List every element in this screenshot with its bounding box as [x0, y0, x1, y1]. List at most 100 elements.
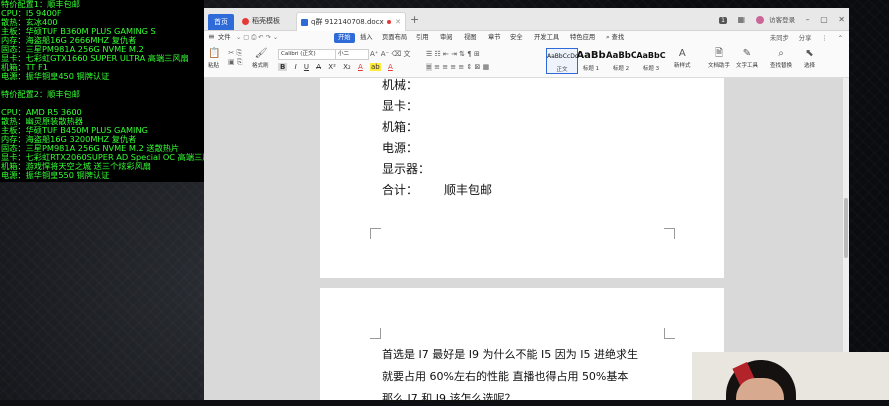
text-tools-icon: ✎	[742, 48, 752, 59]
font-color-icon[interactable]: A	[358, 63, 363, 71]
maximize-icon[interactable]: ▢	[820, 15, 828, 24]
new-style-button[interactable]: A 新样式	[674, 48, 691, 69]
font-size-select[interactable]: 小二	[335, 49, 369, 60]
font-name-select[interactable]: Calibri (正文)	[278, 49, 336, 60]
webcam-overlay	[692, 352, 889, 400]
text-tools-button[interactable]: ✎ 文字工具	[736, 48, 758, 69]
bold-icon[interactable]: B	[278, 63, 288, 71]
document-page-1[interactable]: 机械： 显卡： 机箱： 电源： 显示器： 合计： 顺丰包邮	[320, 78, 724, 278]
doc-helper-button[interactable]: 🗎 文档助手	[708, 48, 730, 69]
select-button[interactable]: ⬉ 选择	[804, 48, 815, 69]
hamburger-icon[interactable]: ≡	[208, 32, 215, 41]
unsaved-dot-icon	[387, 20, 391, 24]
menu-layout[interactable]: 页面布局	[382, 33, 407, 43]
login-link[interactable]: 访客登录	[769, 16, 795, 24]
menu-features[interactable]: 特色应用	[570, 33, 595, 43]
margin-corner-bl	[370, 228, 381, 239]
new-style-label: 新样式	[674, 63, 691, 69]
tab-document-label: q群 912140708.docx	[311, 18, 384, 26]
menu-devtools[interactable]: 开发工具	[534, 33, 559, 43]
close-icon[interactable]: ✕	[838, 15, 845, 24]
wps-writer-window: 首页 稻壳模板 q群 912140708.docx ✕ + 1 ▦ 访客登录 –…	[204, 8, 849, 405]
text-tools-label: 文字工具	[736, 63, 759, 69]
doc-line-gpu: 显卡：	[382, 99, 419, 113]
doc-line-total: 合计： 顺丰包邮	[382, 181, 492, 198]
menu-search[interactable]: ⌕ 查找	[606, 33, 624, 43]
grid-icon[interactable]: ▦	[737, 15, 745, 24]
margin-corner-tr	[664, 328, 675, 339]
notification-badge[interactable]: 1	[719, 17, 727, 24]
menu-file[interactable]: 文件	[218, 33, 231, 43]
more-icon[interactable]: ⋮	[821, 35, 827, 42]
overlay-line: 特价配置2：顺丰包邮	[1, 89, 80, 99]
menu-start[interactable]: 开始	[334, 33, 355, 43]
tab-template[interactable]: 稻壳模板	[238, 12, 298, 30]
style-normal[interactable]: AaBbCcDd 正文	[546, 48, 578, 74]
superscript-icon[interactable]: X²	[328, 63, 336, 71]
overlay-line: 电源：振华铜皇450 铜牌认证	[1, 71, 110, 81]
style-normal-preview: AaBbCcDd	[547, 53, 577, 60]
style-heading-1-preview: AaBb	[576, 50, 606, 61]
ribbon-toolbar: 📋 粘贴 ✂ ⎘ ▣ ⎘ 🖌 格式刷 Calibri (正文) 小二 A⁺ A⁻ ⌫ …	[204, 45, 849, 78]
text-color-icon[interactable]: A	[388, 63, 393, 71]
paste-icon: 📋	[208, 48, 221, 59]
doc-para-line-1: 首选是 I7 最好是 I9 为什么不能 I5 因为 I5 进绝求生	[382, 348, 638, 361]
style-heading-1[interactable]: AaBb 标题 1	[576, 48, 606, 72]
menu-view[interactable]: 视图	[464, 33, 477, 43]
paste-label: 粘贴	[208, 63, 220, 69]
paste-button[interactable]: 📋 粘贴	[208, 48, 221, 69]
underline-icon[interactable]: U	[304, 63, 309, 71]
format-painter-button[interactable]: 🖌 格式刷	[252, 48, 269, 69]
find-replace-label: 查找替换	[770, 63, 793, 69]
menu-review[interactable]: 审阅	[440, 33, 453, 43]
cursor-icon: ⬉	[805, 48, 814, 59]
doc-line-case: 机箱：	[382, 120, 419, 134]
spec-overlay: 特价配置1：顺丰包邮 CPU：I5 9400F 散热：玄冰400 主板：华硕TUF B…	[0, 0, 219, 182]
doc-helper-icon: 🗎	[714, 48, 724, 59]
tab-home[interactable]: 首页	[208, 14, 234, 30]
doc-line-mech: 机械：	[382, 78, 419, 92]
menu-quick-icons[interactable]: ⌄ ▢ ⎙ ↶ ↷ ⌄	[236, 33, 278, 43]
menu-reference[interactable]: 引用	[416, 33, 429, 43]
cut-copy-icons[interactable]: ✂ ⎘ ▣ ⎘	[228, 49, 242, 67]
share-button[interactable]: 分享	[799, 35, 812, 42]
menu-security[interactable]: 安全	[510, 33, 523, 43]
tab-template-label: 稻壳模板	[252, 17, 280, 25]
highlight-icon[interactable]: ab	[370, 63, 381, 71]
find-replace-button[interactable]: ⌕ 查找替换	[770, 48, 792, 69]
tab-document[interactable]: q群 912140708.docx ✕	[296, 12, 406, 31]
new-tab-button[interactable]: +	[410, 13, 419, 27]
document-page-2[interactable]: 首选是 I7 最好是 I9 为什么不能 I5 因为 I5 进绝求生 就要占用 6…	[320, 288, 724, 405]
sync-status[interactable]: 未同步	[770, 35, 789, 42]
minimize-icon[interactable]: –	[806, 15, 810, 24]
collapse-ribbon-icon[interactable]: ⌃	[838, 35, 843, 42]
overlay-line: 电源：振华铜皇550 铜牌认证	[1, 170, 110, 180]
doc-line-psu: 电源：	[382, 141, 419, 155]
style-heading-2[interactable]: AaBbC 标题 2	[606, 48, 636, 72]
paragraph-row-1[interactable]: ☰ ☷ ⇤ ⇥ ⇅ ¶ ⊞	[426, 50, 480, 58]
select-label: 选择	[804, 63, 816, 69]
user-icon[interactable]	[755, 15, 764, 24]
menu-insert[interactable]: 插入	[360, 33, 373, 43]
style-normal-label: 正文	[556, 67, 568, 73]
menu-right: 未同步 分享 ⋮ ⌃	[762, 33, 843, 42]
style-heading-2-label: 标题 2	[612, 66, 630, 72]
menu-chapter[interactable]: 章节	[488, 33, 501, 43]
scroll-thumb[interactable]	[844, 198, 848, 258]
strike-icon[interactable]: A	[316, 63, 321, 71]
style-heading-3[interactable]: AaBbC 标题 3	[636, 48, 666, 72]
close-tab-icon[interactable]: ✕	[395, 13, 401, 31]
doc-para-line-2: 就要占用 60%左右的性能 直播也得占用 50%基本	[382, 370, 629, 383]
margin-corner-tl	[370, 328, 381, 339]
font-grow-shrink-icons[interactable]: A⁺ A⁻ ⌫ 文	[370, 49, 411, 59]
total-label: 合计：	[382, 183, 419, 197]
doc-para-line-3: 那么 I7 和 I9 该怎么选呢？	[382, 392, 516, 405]
paragraph-row-2[interactable]: ≡ ≡ ≡ ≡ ≡ ⇕ ⊠ ▦	[426, 63, 489, 71]
word-doc-icon	[301, 18, 308, 26]
menu-search-label: 查找	[611, 34, 625, 41]
brush-icon: 🖌	[254, 48, 268, 59]
subscript-icon[interactable]: X₂	[343, 63, 351, 71]
format-painter-label: 格式刷	[252, 63, 269, 69]
italic-icon[interactable]: I	[295, 63, 297, 71]
margin-corner-br	[664, 228, 675, 239]
